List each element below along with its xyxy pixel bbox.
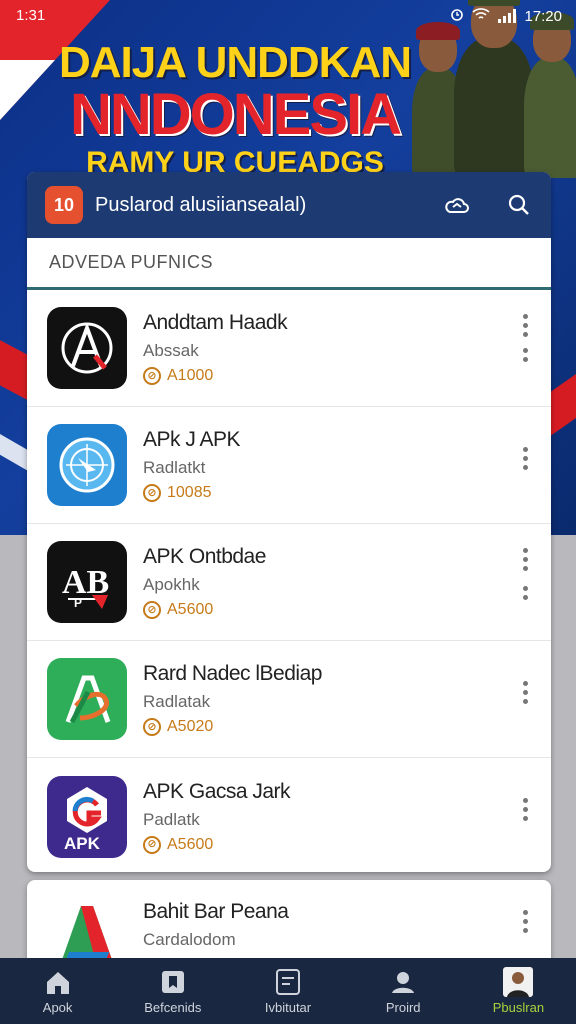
- card-header: 10 Puslarod alusiiansealal): [27, 172, 551, 238]
- list-item[interactable]: APk J APK Radlatkt ⊘ 10085: [27, 407, 551, 524]
- banner-line-2: NNDONESIA: [69, 82, 402, 147]
- list-item[interactable]: APK APK Gacsa Jark Padlatk ⊘ A5600: [27, 758, 551, 872]
- app-subtitle: Abssak: [143, 341, 199, 360]
- badge-icon: ⊘: [143, 484, 161, 502]
- app-subtitle: Apokhk: [143, 575, 200, 594]
- app-list-card: 10 Puslarod alusiiansealal) ADVEDA PUFNI…: [27, 172, 551, 872]
- more-options-icon[interactable]: [519, 798, 531, 821]
- app-subtitle: Padlatk: [143, 809, 200, 829]
- nav-label: Ivbitutar: [264, 999, 312, 1015]
- nav-label: Apok: [42, 999, 73, 1015]
- list-item[interactable]: Anddtam Haadk Abssak ⊘ A1000: [27, 290, 551, 407]
- search-icon[interactable]: [505, 191, 533, 219]
- more-options-icon[interactable]: [519, 910, 531, 933]
- app-name: Rard Nadec lBediap: [143, 662, 322, 685]
- alarm-icon: [450, 7, 464, 25]
- nav-item-profile[interactable]: Proird: [346, 958, 461, 1024]
- profile-icon: [388, 968, 418, 996]
- svg-text:APK: APK: [64, 834, 101, 853]
- app-meta: ⊘ A5600: [143, 835, 290, 854]
- badge-icon: ⊘: [143, 601, 161, 619]
- home-icon: [43, 968, 73, 996]
- app-subtitle: Cardalodom: [143, 930, 236, 949]
- app-meta: ⊘ A1000: [143, 367, 287, 385]
- app-subtitle: Radlatak: [143, 692, 211, 711]
- more-options-icon[interactable]: [519, 314, 531, 337]
- status-bar: 1:31 17:20: [0, 0, 576, 32]
- nav-item-home[interactable]: Apok: [0, 958, 115, 1024]
- badge-icon: ⊘: [143, 718, 161, 736]
- status-clock-right: 17:20: [524, 7, 562, 25]
- app-name: APk J APK: [143, 428, 241, 451]
- app-name: APK Gacsa Jark: [143, 779, 291, 803]
- more-options-icon[interactable]: [519, 548, 531, 571]
- signal-icon: [498, 9, 517, 23]
- status-time: 1:31: [16, 7, 46, 24]
- more-options-icon[interactable]: [519, 447, 531, 470]
- nav-item-bookmarks[interactable]: Befcenids: [115, 958, 230, 1024]
- nav-label: Pbuslran: [492, 999, 545, 1015]
- ab-logo-icon: AB P: [47, 541, 127, 623]
- svg-text:P: P: [74, 596, 82, 610]
- list-item[interactable]: AB P APK Ontbdae Apokhk ⊘ A5600: [27, 524, 551, 641]
- app-meta: ⊘ A5600: [143, 601, 266, 619]
- banner-headline: DAIJA UNDDKAN NNDONESIA RAMY UR CUEADGS: [0, 38, 470, 180]
- app-name: Bahit Bar Peana: [143, 900, 289, 923]
- list-item[interactable]: Bahit Bar Peana Cardalodom: [27, 880, 551, 970]
- apk-g-icon: APK: [47, 775, 127, 858]
- app-list-card-2: Bahit Bar Peana Cardalodom: [27, 880, 551, 970]
- banner-line-1: DAIJA UNDDKAN: [58, 38, 412, 87]
- list-icon: [273, 968, 303, 996]
- app-subtitle: Radlatkt: [143, 458, 206, 477]
- app-name: APK Ontbdae: [143, 545, 266, 568]
- status-icons: 17:20: [450, 7, 562, 25]
- cloud-icon[interactable]: [443, 191, 471, 219]
- green-a-icon: [47, 658, 127, 740]
- bookmark-icon: [158, 968, 188, 996]
- bottom-navigation: Apok Befcenids Ivbitutar Proird Pbuslran: [0, 958, 576, 1024]
- app-meta: ⊘ 10085: [143, 484, 240, 502]
- more-options-icon[interactable]: [519, 586, 531, 600]
- badge-icon: ⊘: [143, 835, 161, 854]
- letter-a-icon: [47, 307, 127, 389]
- compass-icon: [47, 424, 127, 506]
- badge-icon: ⊘: [143, 367, 161, 385]
- avatar-icon: [503, 966, 534, 997]
- card-title: Puslarod alusiiansealal): [95, 193, 307, 216]
- more-options-icon[interactable]: [519, 681, 531, 704]
- app-name: Anddtam Haadk: [143, 311, 288, 334]
- wifi-icon: [472, 7, 490, 25]
- nav-label: Befcenids: [144, 999, 202, 1015]
- nav-label: Proird: [385, 999, 421, 1015]
- app-logo: 10: [45, 186, 83, 224]
- nav-item-list[interactable]: Ivbitutar: [230, 958, 345, 1024]
- nav-item-account[interactable]: Pbuslran: [461, 958, 576, 1024]
- app-meta: ⊘ A5020: [143, 718, 322, 736]
- more-options-icon[interactable]: [519, 348, 531, 362]
- list-item[interactable]: Rard Nadec lBediap Radlatak ⊘ A5020: [27, 641, 551, 758]
- section-heading: ADVEDA PUFNICS: [27, 238, 551, 290]
